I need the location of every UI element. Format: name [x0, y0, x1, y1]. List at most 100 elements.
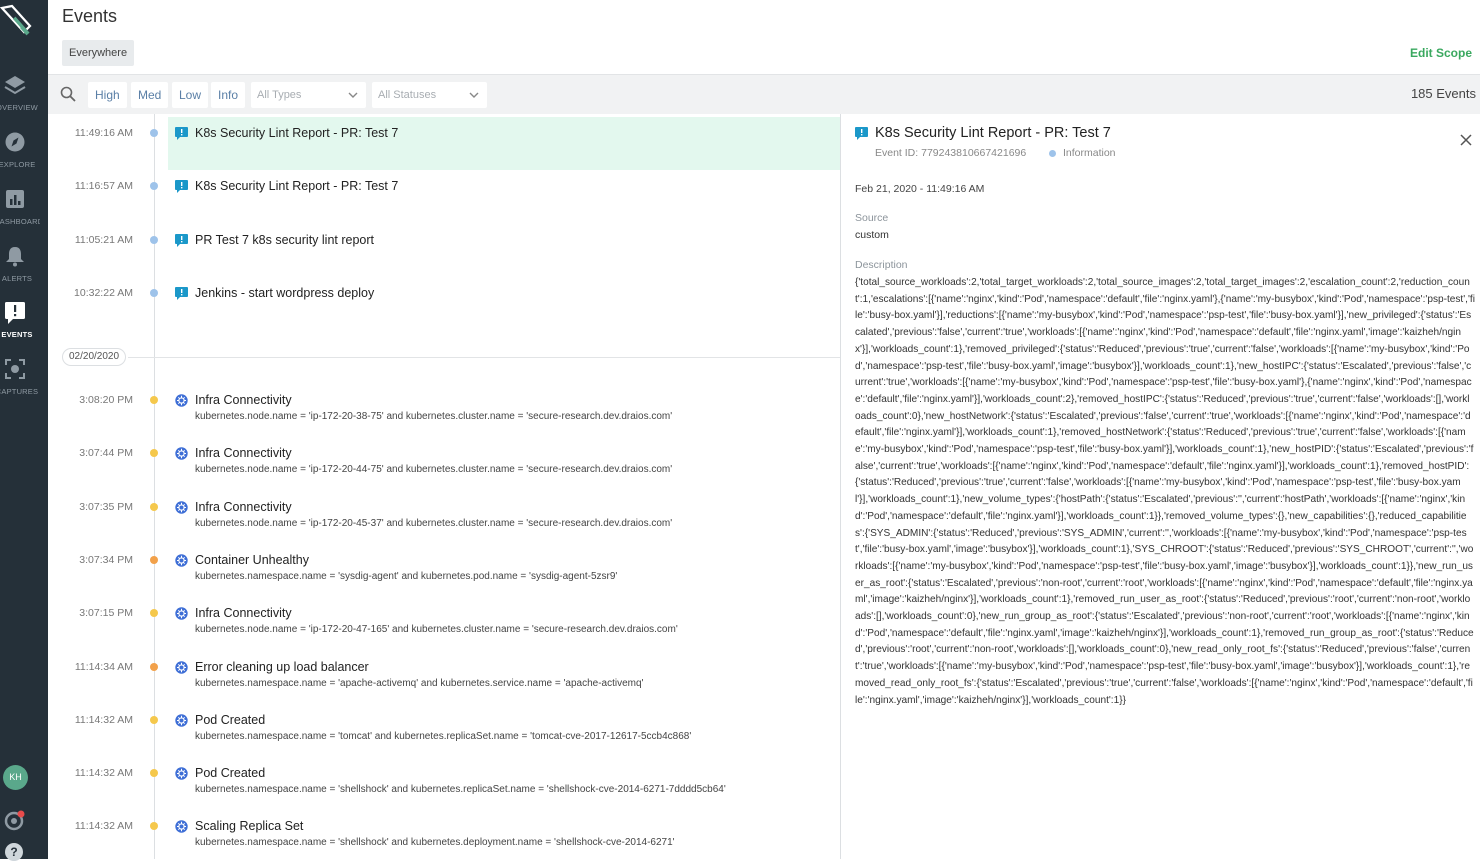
custom-event-flag-icon [175, 286, 188, 300]
filter-info-button[interactable]: Info [211, 82, 246, 108]
sidebar-item-label: CAPTURES [0, 387, 39, 396]
chevron-down-icon [469, 92, 479, 98]
event-row[interactable]: 11:14:34 AM Error cleaning up load balanc… [48, 651, 840, 704]
sidebar-item-captures[interactable]: CAPTURES [0, 358, 48, 408]
page-title: Events [62, 6, 118, 26]
sidebar-item-overview[interactable]: OVERVIEW [0, 74, 48, 124]
event-row[interactable]: 11:49:16 AM K8s Security Lint Report - PR… [48, 117, 840, 170]
bell-icon [6, 247, 24, 267]
severity-dot [150, 769, 158, 778]
filter-high-button[interactable]: High [88, 82, 127, 108]
event-row[interactable]: 3:07:35 PM Infra Connectivity kubernetes.n… [48, 491, 840, 544]
close-icon[interactable] [1460, 134, 1472, 146]
severity-dot [150, 609, 158, 618]
event-description: kubernetes.namespace.name = 'apache-acti… [195, 677, 644, 689]
filter-med-button[interactable]: Med [131, 82, 169, 108]
event-time: 3:08:20 PM [79, 394, 133, 406]
source-label: Source [855, 212, 889, 224]
description-label: Description [855, 259, 908, 271]
sidebar-item-alerts[interactable]: ALERTS [0, 245, 48, 295]
event-row[interactable]: 11:14:32 AM Scaling Replica Set kubernetes… [48, 810, 840, 859]
event-time: 11:49:16 AM [74, 127, 133, 139]
event-row[interactable]: 10:32:22 AM Jenkins - start wordpress dep… [48, 277, 840, 330]
chevron-down-icon [348, 92, 358, 98]
severity-dot [150, 396, 158, 404]
event-title: PR Test 7 k8s security lint report [195, 232, 375, 247]
severity-dot [150, 822, 158, 831]
event-description: kubernetes.namespace.name = 'shellshock'… [195, 837, 675, 849]
sidebar-item-label: OVERVIEW [0, 103, 38, 112]
event-time: 11:14:32 AM [74, 767, 133, 780]
help-icon[interactable]: ? [5, 843, 23, 861]
sidebar-item-explore[interactable]: EXPLORE [0, 131, 48, 181]
sidebar-item-events[interactable]: EVENTS [0, 301, 48, 351]
severity-dot [150, 288, 158, 297]
sidebar-item-label: ALERTS [1, 274, 33, 283]
description-value: {'total_source_workloads':2,'total_targe… [855, 277, 1475, 706]
custom-event-flag-icon [855, 127, 868, 140]
event-title: K8s Security Lint Report - PR: Test 7 [195, 126, 399, 140]
kubernetes-icon [175, 607, 188, 620]
sysdig-logo[interactable] [0, 4, 34, 38]
event-row[interactable]: 11:14:32 AM Pod Created kubernetes.namespa… [48, 757, 840, 810]
page-header: Events Everywhere Edit Scope [48, 0, 1480, 74]
filter-low-button[interactable]: Low [172, 82, 209, 108]
types-dropdown-label: All Types [257, 89, 302, 101]
layers-icon [4, 76, 26, 95]
event-description: kubernetes.namespace.name = 'sysdig-agen… [195, 570, 618, 582]
sidebar-item-label: DASHBOARDS [0, 217, 40, 226]
edit-scope-link[interactable]: Edit Scope [1410, 46, 1472, 60]
event-time: 3:07:35 PM [79, 500, 133, 513]
event-time: 11:16:57 AM [74, 180, 133, 193]
event-row[interactable]: 3:07:15 PM Infra Connectivity kubernetes.n… [48, 597, 840, 650]
kubernetes-icon [175, 500, 188, 514]
severity-dot [1049, 150, 1056, 157]
detail-title: K8s Security Lint Report - PR: Test 7 [875, 125, 1111, 141]
selected-highlight [168, 117, 840, 170]
event-row[interactable]: 11:16:57 AM K8s Security Lint Report - PR… [48, 170, 840, 223]
severity-dot [150, 715, 158, 724]
severity-dot [150, 235, 158, 244]
event-description: kubernetes.node.name = 'ip-172-20-44-75'… [195, 464, 673, 476]
event-row[interactable]: 3:07:34 PM Container Unhealthy kubernetes.… [48, 544, 840, 597]
event-title: Infra Connectivity [195, 446, 292, 461]
event-description: kubernetes.namespace.name = 'shellshock'… [195, 784, 726, 796]
detail-event-id: Event ID: 779243810667421696 [875, 147, 1027, 159]
severity-dot [150, 662, 158, 671]
detail-timestamp: Feb 21, 2020 - 11:49:16 AM [855, 183, 985, 195]
event-row[interactable]: 3:08:20 PM Infra Connectivity kubernetes.n… [48, 384, 840, 437]
date-separator: 02/20/2020 [48, 347, 840, 367]
severity-dot [150, 182, 158, 191]
search-icon[interactable] [60, 86, 76, 102]
event-row[interactable]: 11:14:32 AM Pod Created kubernetes.namespa… [48, 704, 840, 757]
kubernetes-icon [175, 394, 188, 407]
sidebar-item-dashboards[interactable]: DASHBOARDS [0, 188, 48, 238]
event-description: kubernetes.namespace.name = 'tomcat' and… [195, 730, 692, 742]
event-title: Infra Connectivity [195, 393, 292, 407]
filter-bar: High Med Low Info All Types All Statuses… [48, 74, 1480, 114]
scope-selector[interactable]: Everywhere [62, 40, 135, 66]
event-time: 11:14:34 AM [74, 660, 133, 673]
event-title: Infra Connectivity [195, 606, 292, 621]
kubernetes-icon [175, 554, 188, 567]
statuses-dropdown[interactable]: All Statuses [372, 82, 487, 108]
date-chip: 02/20/2020 [62, 348, 127, 366]
event-count: 185 Events [1410, 86, 1476, 101]
event-time: 3:07:44 PM [79, 447, 133, 460]
sidebar-item-label: EXPLORE [0, 160, 36, 169]
detail-severity: Information [1063, 147, 1116, 159]
user-avatar[interactable]: KH [3, 765, 28, 790]
kubernetes-icon [175, 767, 188, 780]
event-row[interactable]: 3:07:44 PM Infra Connectivity kubernetes.n… [48, 437, 840, 490]
event-title: Container Unhealthy [195, 552, 309, 567]
dashboard-icon [6, 190, 24, 208]
event-time: 3:07:15 PM [79, 607, 133, 620]
custom-event-flag-icon [175, 127, 188, 140]
event-time: 11:14:32 AM [74, 820, 133, 833]
event-row[interactable]: 11:05:21 AM PR Test 7 k8s security lint r… [48, 224, 840, 277]
notification-icon[interactable] [4, 810, 26, 832]
event-title: Scaling Replica Set [195, 819, 304, 834]
capture-icon [5, 359, 25, 379]
types-dropdown[interactable]: All Types [251, 82, 366, 108]
event-description: kubernetes.node.name = 'ip-172-20-47-165… [195, 624, 678, 636]
